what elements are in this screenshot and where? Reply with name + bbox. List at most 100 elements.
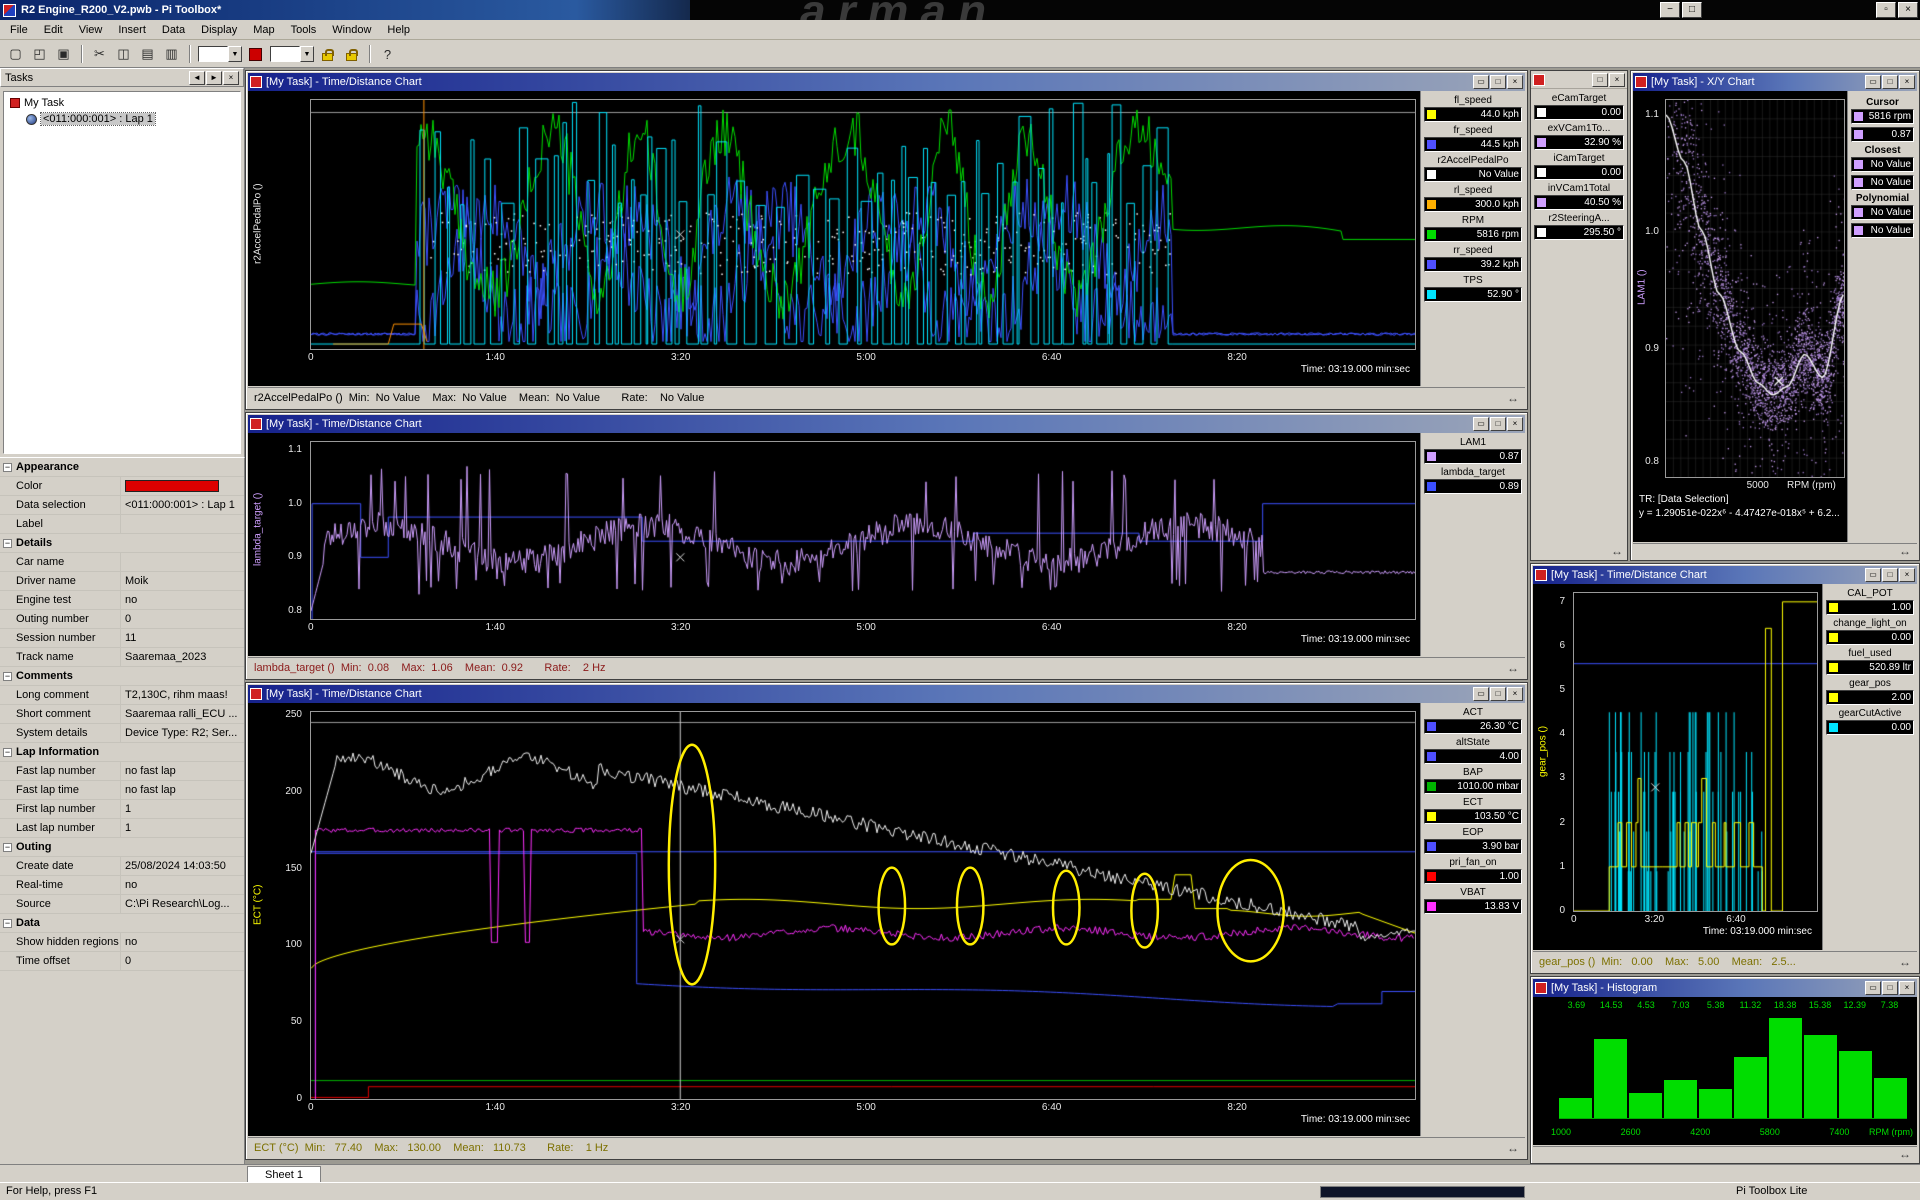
resize-grip-icon[interactable]: ↔	[1507, 1141, 1519, 1155]
prop-section-lap-information[interactable]: −Lap Information	[0, 743, 244, 762]
restore-button[interactable]: ▭	[1473, 687, 1489, 701]
legend-item[interactable]: inVCam1Total40.50 %	[1534, 183, 1624, 210]
prop-value[interactable]: 1	[120, 819, 244, 837]
prop-value[interactable]: no fast lap	[120, 762, 244, 780]
legend-item[interactable]: pri_fan_on1.00	[1424, 857, 1522, 884]
resize-grip-icon[interactable]: ↔	[1507, 391, 1519, 405]
legend-item[interactable]: gear_pos2.00	[1826, 678, 1914, 705]
restore-button[interactable]: ▫	[1876, 2, 1896, 18]
maximize-button[interactable]: □	[1882, 981, 1898, 995]
menu-edit[interactable]: Edit	[36, 22, 71, 38]
collapse-icon[interactable]: −	[3, 919, 12, 928]
histogram-bar[interactable]	[1559, 1098, 1592, 1118]
legend-item[interactable]: RPM5816 rpm	[1424, 215, 1522, 242]
prop-value[interactable]: no	[120, 591, 244, 609]
collapse-icon[interactable]: −	[3, 843, 12, 852]
prop-value[interactable]: C:\Pi Research\Log...	[120, 895, 244, 913]
tasks-forward-button[interactable]: ►	[206, 71, 222, 85]
legend-item[interactable]: r2AccelPedalPoNo Value	[1424, 155, 1522, 182]
legend-item[interactable]: exVCam1To...32.90 %	[1534, 123, 1624, 150]
histogram-bar[interactable]	[1664, 1080, 1697, 1118]
menu-data[interactable]: Data	[154, 22, 193, 38]
collapse-icon[interactable]: −	[3, 672, 12, 681]
paste-button[interactable]: ▤	[136, 44, 159, 65]
close-button[interactable]: ×	[1507, 687, 1523, 701]
prop-section-appearance[interactable]: −Appearance	[0, 458, 244, 477]
chart-window-titlebar[interactable]: [My Task] - Time/Distance Chart▭□×	[248, 73, 1525, 91]
histogram-bar[interactable]	[1804, 1035, 1837, 1118]
prop-value[interactable]: Device Type: R2; Ser...	[120, 724, 244, 742]
histogram-bar[interactable]	[1874, 1078, 1907, 1118]
prop-value[interactable]: 25/08/2024 14:03:50	[120, 857, 244, 875]
prop-value[interactable]: Saaremaa ralli_ECU ...	[120, 705, 244, 723]
prop-value[interactable]: 1	[120, 800, 244, 818]
legend-item[interactable]: BAP1010.00 mbar	[1424, 767, 1522, 794]
legend-item[interactable]: EOP3.90 bar	[1424, 827, 1522, 854]
legend-item[interactable]: iCamTarget0.00	[1534, 153, 1624, 180]
new-button[interactable]: ▢	[4, 44, 27, 65]
menu-display[interactable]: Display	[193, 22, 245, 38]
xy-chart-canvas[interactable]	[1665, 99, 1845, 478]
lock-zoom-button[interactable]	[340, 44, 363, 65]
legend-item[interactable]: altState4.00	[1424, 737, 1522, 764]
copy-button[interactable]: ◫	[112, 44, 135, 65]
legend-item[interactable]: ACT26.30 °C	[1424, 707, 1522, 734]
chart-window-titlebar[interactable]: [My Task] - Time/Distance Chart▭□×	[1533, 566, 1917, 584]
restore-button[interactable]: ▭	[1865, 568, 1881, 582]
close-button[interactable]: ×	[1899, 75, 1915, 89]
save-button[interactable]: ▣	[52, 44, 75, 65]
collapse-icon[interactable]: −	[3, 539, 12, 548]
legend-item[interactable]: CAL_POT1.00	[1826, 588, 1914, 615]
collapse-icon[interactable]: −	[3, 748, 12, 757]
resize-grip-icon[interactable]: ↔	[1899, 1147, 1911, 1161]
prop-value[interactable]: no	[120, 933, 244, 951]
histogram-bar[interactable]	[1629, 1093, 1662, 1118]
prop-section-details[interactable]: −Details	[0, 534, 244, 553]
prop-value[interactable]: <011:000:001> : Lap 1	[120, 496, 244, 514]
prop-section-data[interactable]: −Data	[0, 914, 244, 933]
collapse-icon[interactable]: −	[3, 463, 12, 472]
histogram-bar[interactable]	[1594, 1039, 1627, 1118]
lock-cursor-button[interactable]	[316, 44, 339, 65]
legend-item[interactable]: ECT103.50 °C	[1424, 797, 1522, 824]
close-button[interactable]: ×	[1899, 568, 1915, 582]
open-button[interactable]: ◰	[28, 44, 51, 65]
prop-section-outing[interactable]: −Outing	[0, 838, 244, 857]
chart-window-titlebar[interactable]: [My Task] - Histogram▭□×	[1533, 979, 1917, 997]
menu-tools[interactable]: Tools	[283, 22, 325, 38]
legend-item[interactable]: fuel_used520.89 ltr	[1826, 648, 1914, 675]
resize-grip-icon[interactable]: ↔	[1507, 661, 1519, 675]
legend-item[interactable]: gearCutActive0.00	[1826, 708, 1914, 735]
minimize-button[interactable]: −	[1660, 2, 1680, 18]
legend-item[interactable]: rl_speed300.0 kph	[1424, 185, 1522, 212]
restore-button[interactable]: ▭	[1473, 75, 1489, 89]
prop-value[interactable]: no	[120, 876, 244, 894]
prop-section-comments[interactable]: −Comments	[0, 667, 244, 686]
legend-item[interactable]: lambda_target0.89	[1424, 467, 1522, 494]
tasks-back-button[interactable]: ◄	[189, 71, 205, 85]
legend-item[interactable]: change_light_on0.00	[1826, 618, 1914, 645]
maximize-button[interactable]: □	[1882, 568, 1898, 582]
prop-value[interactable]: T2,130C, rihm maas!	[120, 686, 244, 704]
trace-color-button[interactable]	[244, 44, 267, 65]
maximize-button[interactable]: □	[1882, 75, 1898, 89]
chart-window-titlebar[interactable]: [My Task] - Time/Distance Chart▭□×	[248, 415, 1525, 433]
maximize-button[interactable]: □	[1592, 73, 1608, 87]
legend-item[interactable]: rr_speed39.2 kph	[1424, 245, 1522, 272]
maximize-button[interactable]: □	[1490, 687, 1506, 701]
help-button[interactable]: ?	[376, 44, 399, 65]
speed-chart-canvas[interactable]	[310, 99, 1416, 350]
legend-item[interactable]: fl_speed44.0 kph	[1424, 95, 1522, 122]
cam-panel-titlebar[interactable]: □×	[1531, 71, 1627, 89]
prop-value[interactable]	[120, 553, 244, 571]
restore-button[interactable]: ▭	[1865, 75, 1881, 89]
resize-grip-icon[interactable]: ↔	[1611, 544, 1623, 558]
tree-item-my-task[interactable]: My Task	[7, 95, 237, 111]
restore-button[interactable]: ▭	[1865, 981, 1881, 995]
resize-grip-icon[interactable]: ↔	[1899, 544, 1911, 558]
titlebar[interactable]: R2 Engine_R200_V2.pwb - Pi Toolbox* arma…	[0, 0, 1920, 20]
menu-window[interactable]: Window	[324, 22, 379, 38]
close-button[interactable]: ×	[1609, 73, 1625, 87]
chart-window-titlebar[interactable]: [My Task] - X/Y Chart▭□×	[1633, 73, 1917, 91]
close-button[interactable]: ×	[1507, 417, 1523, 431]
